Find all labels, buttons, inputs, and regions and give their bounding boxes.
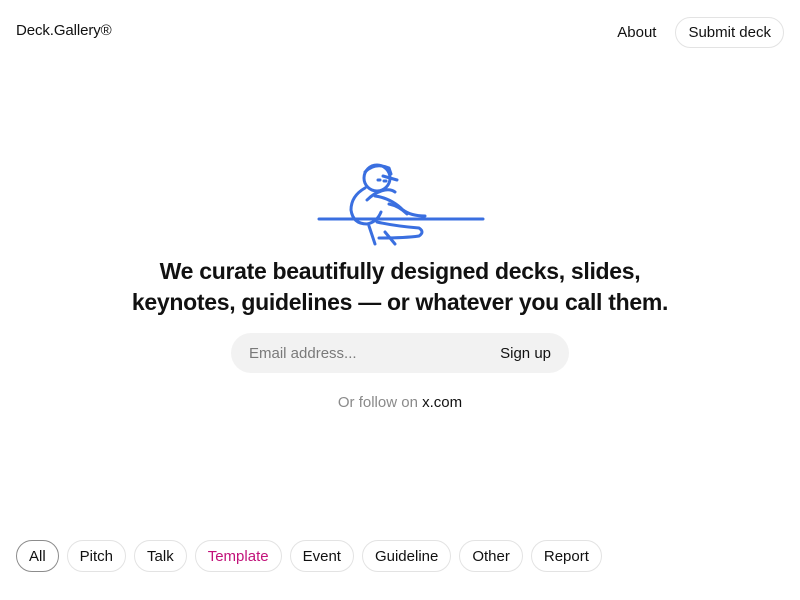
filter-talk[interactable]: Talk <box>134 540 187 572</box>
lounging-figure-illustration <box>317 163 485 246</box>
filter-all[interactable]: All <box>16 540 59 572</box>
filter-guideline[interactable]: Guideline <box>361 540 452 572</box>
filter-other[interactable]: Other <box>459 540 523 572</box>
about-link[interactable]: About <box>617 24 656 41</box>
category-filters: All Pitch Talk Template Event Guideline … <box>16 540 610 572</box>
follow-prefix: Or follow on <box>337 394 418 411</box>
filter-event[interactable]: Event <box>289 540 354 572</box>
filter-template[interactable]: Template <box>194 540 282 572</box>
newsletter-signup-form: Sign up <box>231 333 569 373</box>
site-logo[interactable]: Deck.Gallery® <box>16 22 112 39</box>
hero-headline: We curate beautifully designed decks, sl… <box>0 256 800 318</box>
submit-deck-button[interactable]: Submit deck <box>675 17 784 48</box>
email-input[interactable] <box>231 333 491 373</box>
page: Deck.Gallery® About Submit deck We curat… <box>0 0 800 600</box>
headline-line-1: We curate beautifully designed decks, sl… <box>159 258 641 284</box>
x-com-link[interactable]: x.com <box>422 394 462 411</box>
headline-line-2: keynotes, guidelines — or whatever you c… <box>131 289 669 315</box>
follow-line: Or follow on x.com <box>0 394 800 411</box>
filter-pitch[interactable]: Pitch <box>66 540 127 572</box>
top-nav: About Submit deck <box>617 17 784 48</box>
filter-report[interactable]: Report <box>530 540 602 572</box>
sign-up-button[interactable]: Sign up <box>490 333 569 373</box>
